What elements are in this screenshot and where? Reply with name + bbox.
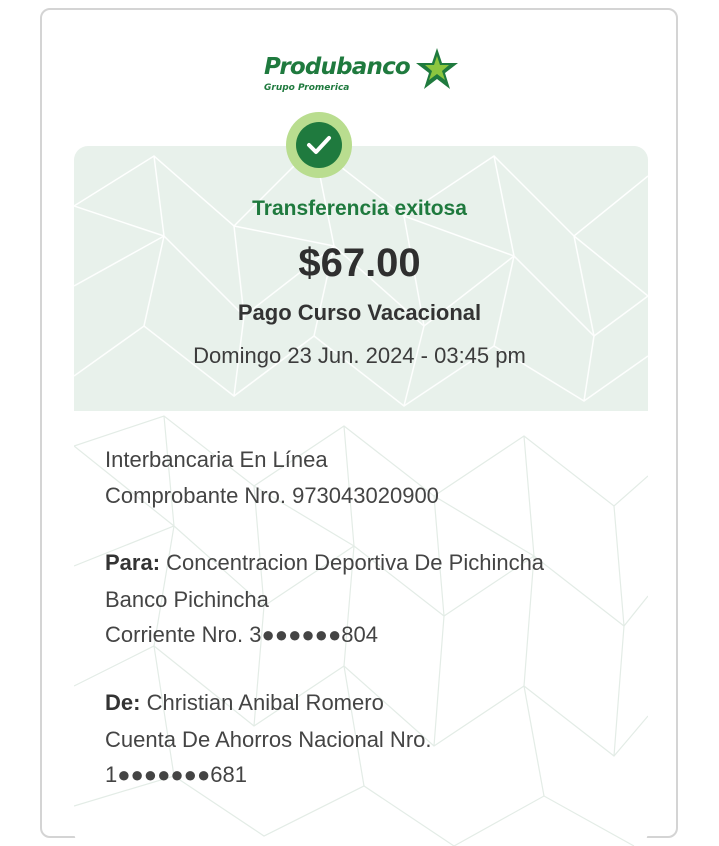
recipient-account: Corriente Nro. 3●●●●●●804 xyxy=(105,622,378,647)
sender-account-type: Cuenta De Ahorros Nacional Nro. xyxy=(105,727,432,752)
sender-name: Christian Anibal Romero xyxy=(146,690,384,715)
recipient-label: Para: xyxy=(105,550,161,575)
brand-subtitle: Grupo Promerica xyxy=(264,83,350,93)
check-icon xyxy=(296,122,342,168)
sender-label: De: xyxy=(105,690,141,715)
transfer-concept: Pago Curso Vacacional xyxy=(237,300,482,325)
recipient-bank: Banco Pichincha xyxy=(105,587,269,612)
transfer-datetime: Domingo 23 Jun. 2024 - 03:45 pm xyxy=(193,343,526,368)
voucher-number: Comprobante Nro. 973043020900 xyxy=(105,483,439,508)
transfer-status: Transferencia exitosa xyxy=(252,197,467,220)
sender-account: 1●●●●●●●681 xyxy=(105,762,247,787)
success-badge xyxy=(286,112,352,178)
brand-logo: Produbanco Grupo Promerica xyxy=(262,48,462,108)
sender-row: De: Christian Anibal Romero xyxy=(105,690,384,716)
brand-name: Produbanco xyxy=(264,54,411,80)
recipient-name: Concentracion Deportiva De Pichincha xyxy=(166,550,545,575)
produbanco-star-icon xyxy=(416,48,458,89)
recipient-row: Para: Concentracion Deportiva De Pichinc… xyxy=(105,550,544,576)
transfer-type: Interbancaria En Línea xyxy=(105,447,328,472)
transfer-amount: $67.00 xyxy=(298,241,421,285)
